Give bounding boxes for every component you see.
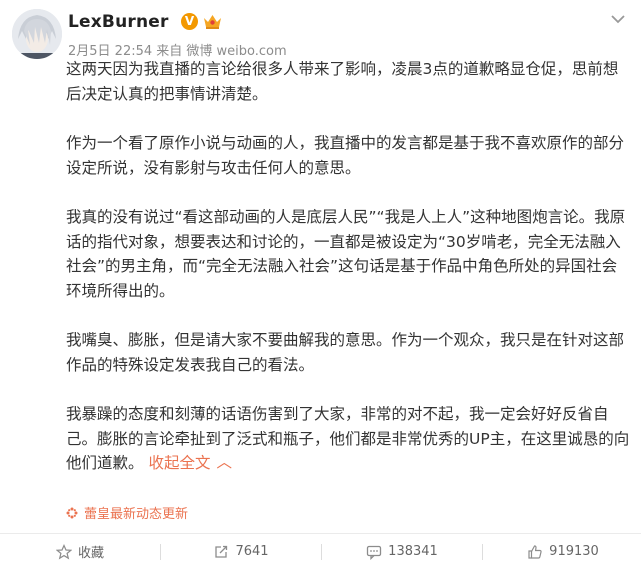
user-name[interactable]: LexBurner xyxy=(68,12,169,32)
verified-v-icon: V xyxy=(181,13,198,30)
sparkle-icon xyxy=(66,507,78,519)
collapse-button[interactable]: 收起全文 xyxy=(148,454,210,472)
like-count: 919130 xyxy=(549,544,599,559)
post-paragraph-3: 我真的没有说过“看这部动画的人是底层人民”“我是人上人”这种地图炮言论。我原话的… xyxy=(66,208,626,300)
repost-count: 7641 xyxy=(235,544,269,559)
avatar[interactable] xyxy=(12,9,62,59)
favorite-button[interactable]: 收藏 xyxy=(0,534,160,569)
comment-icon xyxy=(367,545,382,560)
post-paragraph-5-wrap: 我暴躁的态度和刻薄的话语伤害到了大家，非常的对不起，我一定会好好反省自己。膨胀的… xyxy=(66,402,632,476)
repost-icon xyxy=(215,545,228,558)
action-bar: 收藏 7641 138341 919130 xyxy=(0,534,641,569)
star-icon xyxy=(55,543,72,559)
like-button[interactable]: 919130 xyxy=(483,534,641,569)
crown-badge-icon xyxy=(203,13,222,30)
post-paragraph-2: 作为一个看了原作小说与动画的人，我直播中的发言都是基于我不喜欢原作的部分设定所说… xyxy=(66,134,625,177)
favorite-label: 收藏 xyxy=(77,546,104,561)
post-paragraph-4: 我嘴臭、膨胀，但是请大家不要曲解我的意思。作为一个观众，我只是在针对这部作品的特… xyxy=(66,331,625,374)
post-content: 这两天因为我直播的言论给很多人带来了影响，凌晨3点的道歉略显仓促，思前想后决定认… xyxy=(66,57,632,476)
more-chevron-icon[interactable] xyxy=(610,10,626,24)
thumbs-up-icon xyxy=(528,544,542,559)
source-link[interactable]: 蕾皇最新动态更新 xyxy=(66,503,188,522)
chevron-up-icon[interactable]: ︿ xyxy=(216,450,232,475)
avatar-image xyxy=(12,9,62,59)
repost-button[interactable]: 7641 xyxy=(161,534,321,569)
source-label: 蕾皇最新动态更新 xyxy=(84,507,189,522)
comment-count: 138341 xyxy=(388,544,438,559)
comment-button[interactable]: 138341 xyxy=(322,534,482,569)
post-paragraph-1: 这两天因为我直播的言论给很多人带来了影响，凌晨3点的道歉略显仓促，思前想后决定认… xyxy=(66,60,619,103)
